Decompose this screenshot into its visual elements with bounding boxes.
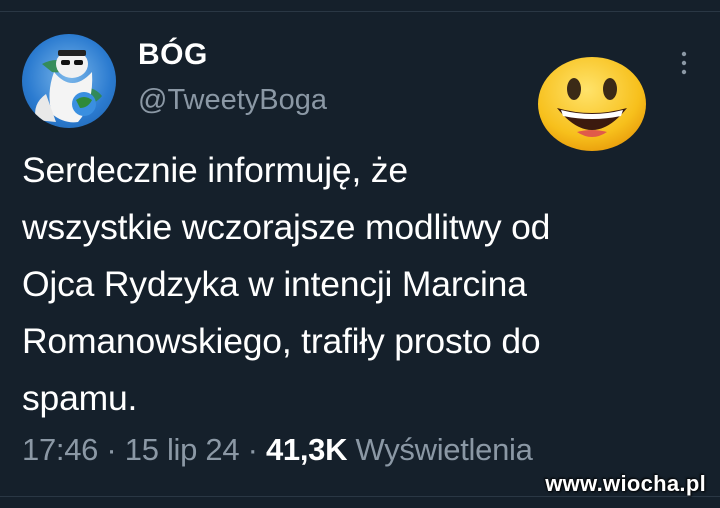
tweet-text-line: Ojca Rydzyka w intencji Marcina <box>22 264 527 304</box>
meta-separator: · <box>247 432 258 467</box>
tweet-text-line: Serdecznie informuję, że <box>22 150 408 190</box>
more-vertical-icon[interactable] <box>676 48 692 78</box>
tweet-text-line: wszystkie wczorajsze modlitwy od <box>22 207 551 247</box>
views-label[interactable]: Wyświetlenia <box>356 432 533 467</box>
views-count[interactable]: 41,3K <box>266 432 348 467</box>
meta-separator: · <box>106 432 117 467</box>
top-divider <box>0 11 720 12</box>
author-display-name[interactable]: BÓG <box>138 38 208 72</box>
grinning-face-emoji-icon <box>537 56 647 152</box>
tweet-card: BÓG @TweetyBoga Serdecznie informuję, że… <box>0 0 720 508</box>
avatar[interactable] <box>22 34 116 128</box>
tweet-meta: 17:46 · 15 lip 24 · 41,3K Wyświetlenia <box>22 432 533 468</box>
author-handle[interactable]: @TweetyBoga <box>138 84 327 117</box>
tweet-text-line: Romanowskiego, trafiły prosto do <box>22 321 541 361</box>
tweet-text: Serdecznie informuję, że wszystkie wczor… <box>22 142 712 427</box>
avatar-image <box>35 50 102 123</box>
tweet-date[interactable]: 15 lip 24 <box>125 432 240 467</box>
tweet-time[interactable]: 17:46 <box>22 432 98 467</box>
tweet-text-line: spamu. <box>22 378 138 418</box>
watermark: www.wiocha.pl <box>545 471 706 496</box>
